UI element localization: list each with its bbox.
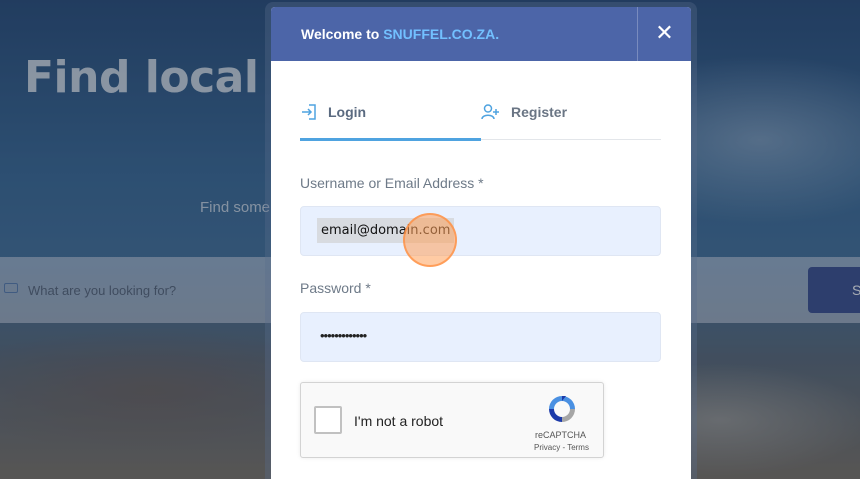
tab-register[interactable]: Register bbox=[481, 97, 661, 141]
modal-title-prefix: Welcome to bbox=[301, 26, 384, 42]
add-user-icon bbox=[481, 104, 499, 120]
recaptcha-checkbox[interactable] bbox=[314, 406, 342, 434]
close-button[interactable]: ✕ bbox=[638, 7, 691, 61]
click-indicator bbox=[403, 213, 457, 267]
password-value: ••••••••••••• bbox=[320, 328, 367, 343]
username-label: Username or Email Address * bbox=[300, 175, 484, 191]
recaptcha-label: I'm not a robot bbox=[354, 413, 444, 429]
modal-header: Welcome to SNUFFEL.CO.ZA. ✕ bbox=[271, 7, 691, 61]
username-field[interactable]: email@domain.com bbox=[300, 206, 661, 256]
recaptcha-widget: I'm not a robot reCAPTCHA Privacy - Term… bbox=[300, 382, 604, 458]
password-label: Password * bbox=[300, 280, 371, 296]
login-icon bbox=[302, 104, 316, 120]
modal-title: Welcome to SNUFFEL.CO.ZA. bbox=[301, 26, 499, 42]
modal-title-brand: SNUFFEL.CO.ZA. bbox=[383, 26, 500, 42]
recaptcha-logo-icon bbox=[549, 396, 575, 422]
tab-login[interactable]: Login bbox=[300, 97, 481, 141]
recaptcha-links[interactable]: Privacy - Terms bbox=[534, 443, 589, 452]
recaptcha-brand: reCAPTCHA bbox=[535, 430, 587, 440]
password-field[interactable]: ••••••••••••• bbox=[300, 312, 661, 362]
tab-register-label: Register bbox=[511, 104, 568, 120]
active-tab-indicator bbox=[300, 138, 481, 141]
auth-tabs: Login Register bbox=[300, 97, 661, 141]
tab-login-label: Login bbox=[328, 104, 367, 120]
login-modal: Welcome to SNUFFEL.CO.ZA. ✕ Login Regist… bbox=[271, 7, 691, 479]
